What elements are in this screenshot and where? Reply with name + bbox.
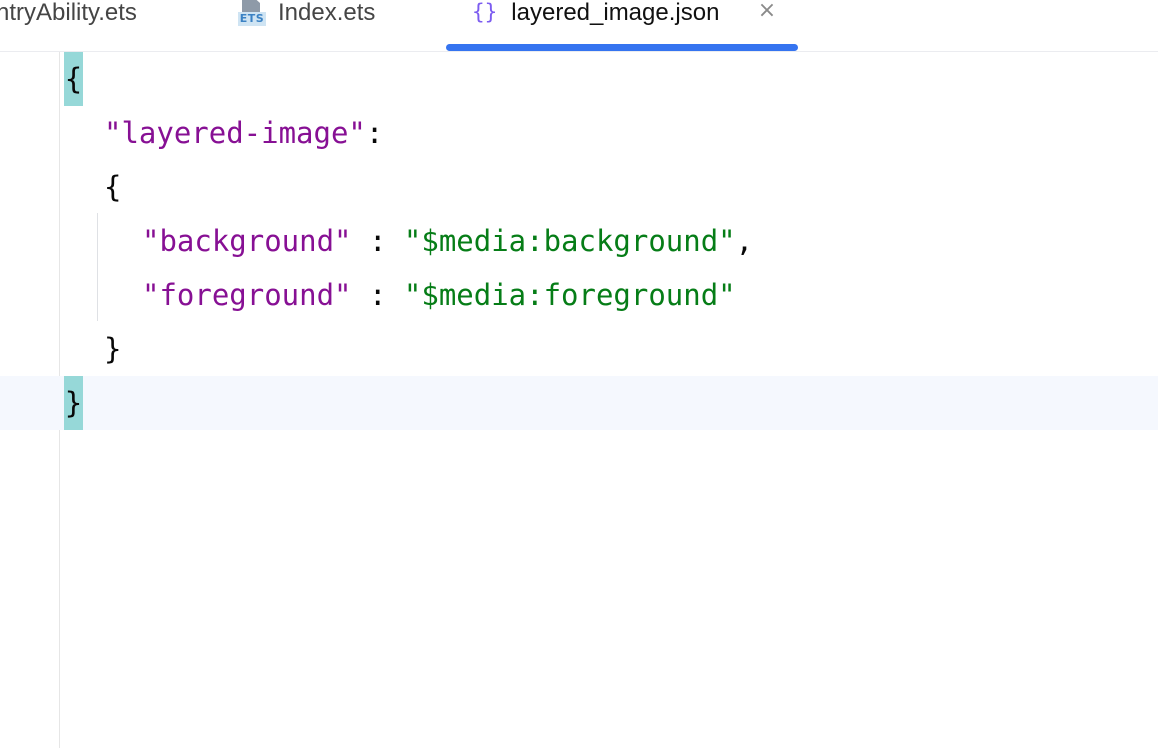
editor-tab-bar: ntryAbility.ets ETS Index.ets {} layered… xyxy=(0,0,1158,52)
tab-index[interactable]: ETS Index.ets xyxy=(238,0,375,38)
matched-brace: { xyxy=(64,52,83,106)
json-separator: : xyxy=(351,278,404,312)
tab-label: ntryAbility.ets xyxy=(0,0,137,26)
json-braces-icon: {} xyxy=(472,0,498,24)
json-key: "foreground" xyxy=(142,278,352,312)
matched-brace: } xyxy=(64,376,83,430)
ets-file-icon: ETS xyxy=(238,0,266,27)
json-brace: } xyxy=(104,332,122,366)
code-line-7: } xyxy=(64,376,83,430)
tab-entryability[interactable]: ntryAbility.ets xyxy=(0,0,137,38)
code-line-3: { xyxy=(104,160,121,214)
code-line-6: } xyxy=(104,322,121,376)
json-colon: : xyxy=(365,116,384,150)
code-editor[interactable]: { "layered-image": { "background" : "$me… xyxy=(0,52,1158,748)
indent-guide xyxy=(97,213,98,321)
json-key: "background" xyxy=(142,224,352,258)
code-line-2: "layered-image": xyxy=(104,106,383,160)
json-brace: { xyxy=(104,170,122,204)
current-line-highlight xyxy=(0,376,1158,430)
code-line-4: "background" : "$media:background", xyxy=(142,214,753,268)
json-value: "$media:background" xyxy=(403,224,736,258)
json-separator: : xyxy=(351,224,404,258)
tab-layered-image-json[interactable]: {} layered_image.json xyxy=(472,0,719,38)
tab-label: layered_image.json xyxy=(511,0,720,26)
code-line-5: "foreground" : "$media:foreground" xyxy=(142,268,736,322)
active-tab-indicator xyxy=(446,44,798,51)
json-value: "$media:foreground" xyxy=(403,278,736,312)
json-comma: , xyxy=(735,224,754,258)
tab-label: Index.ets xyxy=(278,0,376,26)
close-tab-icon[interactable]: × xyxy=(756,0,778,24)
json-key: "layered-image" xyxy=(104,116,366,150)
code-line-1: { xyxy=(64,52,83,106)
